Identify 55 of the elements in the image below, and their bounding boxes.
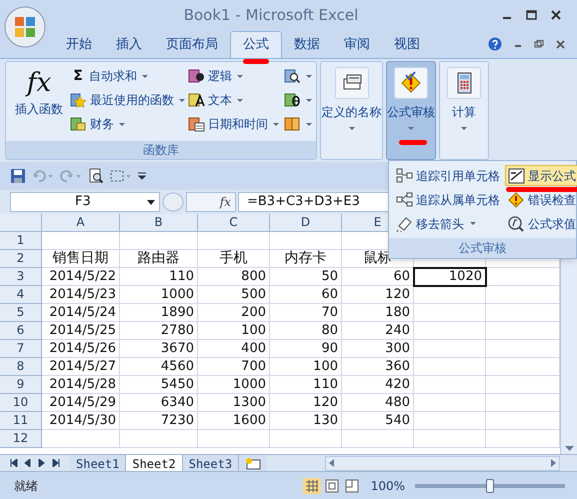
- table-cell: 1300: [198, 394, 270, 412]
- table-cell: 2014/5/26: [42, 340, 120, 358]
- table-cell: 1890: [120, 304, 198, 322]
- zoom-level: 100%: [370, 478, 405, 494]
- table-cell: 110: [270, 376, 342, 394]
- table-cell: 销售日期: [42, 250, 120, 268]
- table-cell: 70: [270, 304, 342, 322]
- table-cell: 100: [198, 322, 270, 340]
- table-cell: 2014/5/25: [42, 322, 120, 340]
- table-cell: 800: [198, 268, 270, 286]
- table-cell: 内存卡: [270, 250, 342, 268]
- table-cell: 420: [342, 376, 414, 394]
- table-cell: 100: [270, 358, 342, 376]
- table-cell: 120: [270, 394, 342, 412]
- table-cell: 200: [198, 304, 270, 322]
- table-cell: 700: [198, 358, 270, 376]
- group-label: 函数库: [6, 141, 316, 159]
- table-cell: 400: [198, 340, 270, 358]
- table-cell: 7230: [120, 412, 198, 430]
- table-cell: 240: [342, 322, 414, 340]
- table-cell: 3670: [120, 340, 198, 358]
- table-cell: 480: [342, 394, 414, 412]
- table-cell: 80: [270, 322, 342, 340]
- table-cell: 2014/5/24: [42, 304, 120, 322]
- table-cell: 2014/5/27: [42, 358, 120, 376]
- window-title: Book1 - Microsoft Excel: [182, 4, 360, 26]
- table-cell: 4560: [120, 358, 198, 376]
- table-cell: 120: [342, 286, 414, 304]
- table-cell: 2780: [120, 322, 198, 340]
- table-cell: 60: [342, 268, 414, 286]
- table-cell: 180: [342, 304, 414, 322]
- table-cell: 90: [270, 340, 342, 358]
- group-label: 公式审核: [389, 238, 576, 258]
- table-cell: 500: [198, 286, 270, 304]
- table-cell: 300: [342, 340, 414, 358]
- table-cell: 手机: [198, 250, 270, 268]
- table-cell: 50: [270, 268, 342, 286]
- table-cell: 2014/5/28: [42, 376, 120, 394]
- table-cell: 60: [270, 286, 342, 304]
- table-cell: 540: [342, 412, 414, 430]
- table-cell: 1000: [120, 286, 198, 304]
- table-cell: 路由器: [120, 250, 198, 268]
- table-cell: 2014/5/29: [42, 394, 120, 412]
- table-cell: 1020: [414, 268, 486, 286]
- table-cell: 110: [120, 268, 198, 286]
- table-cell: 5450: [120, 376, 198, 394]
- status-text: 就绪: [13, 478, 39, 494]
- table-cell: 1600: [198, 412, 270, 430]
- table-cell: 2014/5/23: [42, 286, 120, 304]
- table-cell: 6340: [120, 394, 198, 412]
- table-cell: 1000: [198, 376, 270, 394]
- table-cell: 2014/5/22: [42, 268, 120, 286]
- table-cell: 130: [270, 412, 342, 430]
- table-cell: 360: [342, 358, 414, 376]
- table-cell: 2014/5/30: [42, 412, 120, 430]
